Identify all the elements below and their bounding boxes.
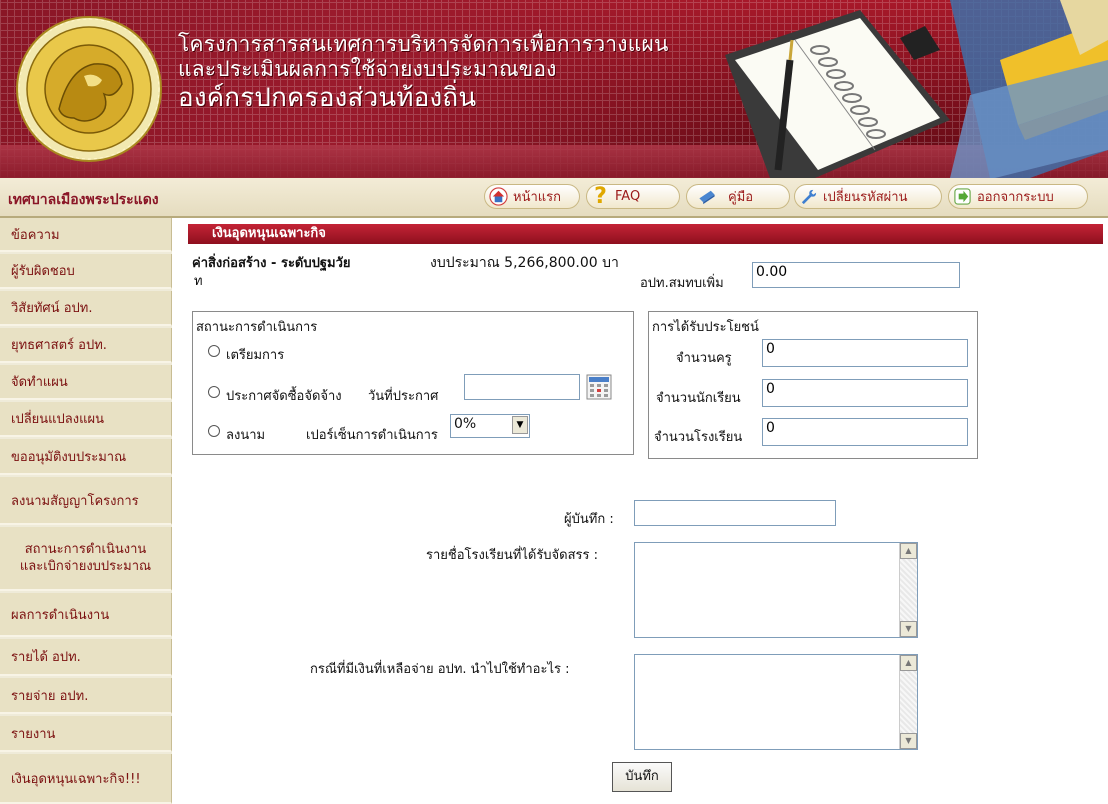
banner-title-line2: และประเมินผลการใช้จ่ายงบประมาณของ [178, 57, 557, 81]
faq-button-label: FAQ [615, 189, 641, 204]
scroll-up-icon[interactable]: ▲ [900, 543, 917, 559]
sidebar-item-operation-status[interactable]: สถานะการดำเนินงาน และเบิกจ่ายงบประมาณ [0, 527, 172, 591]
scrollbar[interactable]: ▲ ▼ [899, 543, 917, 637]
home-button[interactable]: หน้าแรก [484, 184, 580, 209]
announce-date-input[interactable] [464, 374, 580, 400]
organization-name: เทศบาลเมืองพระประแดง [8, 192, 159, 208]
scroll-up-icon[interactable]: ▲ [900, 655, 917, 671]
chevron-down-icon[interactable]: ▼ [512, 416, 528, 434]
sidebar-item-label: ผลการดำเนินงาน [11, 607, 110, 623]
schools-list-label: รายชื่อโรงเรียนที่ได้รับจัดสรร : [426, 548, 599, 563]
main-content: เงินอุดหนุนเฉพาะกิจ ค่าสิ่งก่อสร้าง - ระ… [188, 218, 1103, 804]
scrollbar[interactable]: ▲ ▼ [899, 655, 917, 749]
schools-count-input[interactable]: 0 [762, 418, 968, 446]
sidebar-item-label: ขออนุมัติงบประมาณ [11, 449, 127, 465]
home-icon [489, 187, 508, 206]
top-toolbar: เทศบาลเมืองพระประแดง หน้าแรก ? FAQ คู่มื… [0, 178, 1108, 218]
sidebar-item-label: เปลี่ยนแปลงแผน [11, 412, 104, 427]
sidebar-item-create-plan[interactable]: จัดทำแผน [0, 365, 172, 400]
sidebar-menu: ข้อความ ผู้รับผิดชอบ วิสัยทัศน์ อปท. ยุท… [0, 218, 172, 804]
radio-prepare[interactable] [208, 345, 220, 357]
sidebar-item-label: รายจ่าย อปท. [11, 688, 89, 704]
sidebar-item-label-line2: และเบิกจ่ายงบประมาณ [19, 559, 152, 574]
scroll-down-icon[interactable]: ▼ [900, 621, 917, 637]
radio-sign-label: ลงนาม [226, 428, 266, 443]
leftover-textarea[interactable]: ▲ ▼ [634, 654, 918, 750]
radio-announce[interactable] [208, 386, 220, 398]
students-label: จำนวนนักเรียน [656, 391, 741, 406]
announce-date-label: วันที่ประกาศ [368, 389, 439, 404]
header-banner: โครงการสารสนเทศการบริหารจัดการเพื่อการวา… [0, 0, 1108, 178]
percent-select[interactable]: 0% ▼ [450, 414, 530, 438]
save-button[interactable]: บันทึก [612, 762, 672, 792]
banner-title-line1: โครงการสารสนเทศการบริหารจัดการเพื่อการวา… [178, 32, 669, 56]
radio-prepare-label: เตรียมการ [226, 348, 285, 363]
percent-select-value: 0% [454, 416, 477, 432]
sidebar-item-label: จัดทำแผน [11, 375, 68, 390]
teachers-label: จำนวนครู [676, 351, 732, 366]
logout-button[interactable]: ออกจากระบบ [948, 184, 1088, 209]
sidebar-item-budget-approval[interactable]: ขออนุมัติงบประมาณ [0, 439, 172, 475]
sidebar-item-special-grant[interactable]: เงินอุดหนุนเฉพาะกิจ!!! [0, 754, 172, 804]
recorder-input[interactable] [634, 500, 836, 526]
sidebar-item-messages[interactable]: ข้อความ [0, 218, 172, 252]
status-legend: สถานะการดำเนินการ [196, 320, 318, 335]
extra-budget-label: อปท.สมทบเพิ่ม [640, 276, 724, 291]
logout-button-label: ออกจากระบบ [977, 190, 1054, 205]
sidebar-item-strategy[interactable]: ยุทธศาสตร์ อปท. [0, 328, 172, 363]
sidebar-item-results[interactable]: ผลการดำเนินงาน [0, 593, 172, 637]
teachers-input[interactable]: 0 [762, 339, 968, 367]
faq-button[interactable]: ? FAQ [586, 184, 680, 209]
sidebar-item-sign-contract[interactable]: ลงนามสัญญาโครงการ [0, 477, 172, 525]
sidebar-item-revenue[interactable]: รายได้ อปท. [0, 639, 172, 676]
students-input[interactable]: 0 [762, 379, 968, 407]
radio-announce-label: ประกาศจัดซื้อจัดจ้าง [226, 389, 342, 404]
sidebar-item-reports[interactable]: รายงาน [0, 716, 172, 752]
leftover-label: กรณีที่มีเงินที่เหลือจ่าย อปท. นำไปใช้ทำ… [310, 662, 570, 677]
radio-sign[interactable] [208, 425, 220, 437]
question-icon: ? [594, 184, 607, 209]
manual-button-label: คู่มือ [728, 190, 754, 205]
wrench-icon [801, 189, 817, 205]
notebook-illustration [725, 0, 1108, 178]
sidebar-item-label: รายงาน [11, 726, 56, 742]
manual-icon [699, 190, 715, 205]
banner-title-line3: องค์กรปกครองส่วนท้องถิ่น [178, 83, 477, 113]
project-title: ค่าสิ่งก่อสร้าง - ระดับปฐมวัย [192, 256, 351, 271]
scroll-down-icon[interactable]: ▼ [900, 733, 917, 749]
sidebar-item-expense[interactable]: รายจ่าย อปท. [0, 678, 172, 714]
budget-amount: งบประมาณ 5,266,800.00 บา [430, 255, 619, 271]
percent-label: เปอร์เซ็นการดำเนินการ [306, 428, 438, 443]
banner-title: โครงการสารสนเทศการบริหารจัดการเพื่อการวา… [178, 32, 669, 114]
benefit-legend: การได้รับประโยชน์ [652, 320, 759, 335]
sidebar-item-vision[interactable]: วิสัยทัศน์ อปท. [0, 291, 172, 326]
schools-count-label: จำนวนโรงเรียน [654, 430, 743, 445]
sidebar-item-label: ข้อความ [11, 227, 60, 243]
manual-button[interactable]: คู่มือ [686, 184, 790, 209]
home-button-label: หน้าแรก [513, 190, 561, 205]
sidebar-item-label: ผู้รับผิดชอบ [11, 264, 75, 279]
sidebar-item-label: ยุทธศาสตร์ อปท. [11, 338, 107, 353]
extra-budget-input[interactable]: 0.00 [752, 262, 960, 288]
sidebar-item-responsible[interactable]: ผู้รับผิดชอบ [0, 254, 172, 289]
sidebar-item-label: รายได้ อปท. [11, 650, 81, 665]
budget-amount-wrap: ท [194, 274, 203, 289]
sidebar-item-label: เงินอุดหนุนเฉพาะกิจ!!! [11, 771, 141, 787]
section-title-bar: เงินอุดหนุนเฉพาะกิจ [188, 224, 1103, 244]
sidebar-item-change-plan[interactable]: เปลี่ยนแปลงแผน [0, 402, 172, 437]
calendar-icon[interactable] [586, 374, 612, 400]
change-password-button-label: เปลี่ยนรหัสผ่าน [823, 190, 908, 205]
sidebar-item-label: สถานะการดำเนินงาน [24, 542, 147, 557]
department-seal-logo [16, 16, 162, 162]
sidebar-item-label: วิสัยทัศน์ อปท. [11, 301, 93, 316]
logout-icon [954, 188, 971, 205]
schools-list-textarea[interactable]: ▲ ▼ [634, 542, 918, 638]
sidebar-item-label: ลงนามสัญญาโครงการ [11, 493, 139, 509]
recorder-label: ผู้บันทึก : [564, 512, 614, 527]
change-password-button[interactable]: เปลี่ยนรหัสผ่าน [794, 184, 942, 209]
